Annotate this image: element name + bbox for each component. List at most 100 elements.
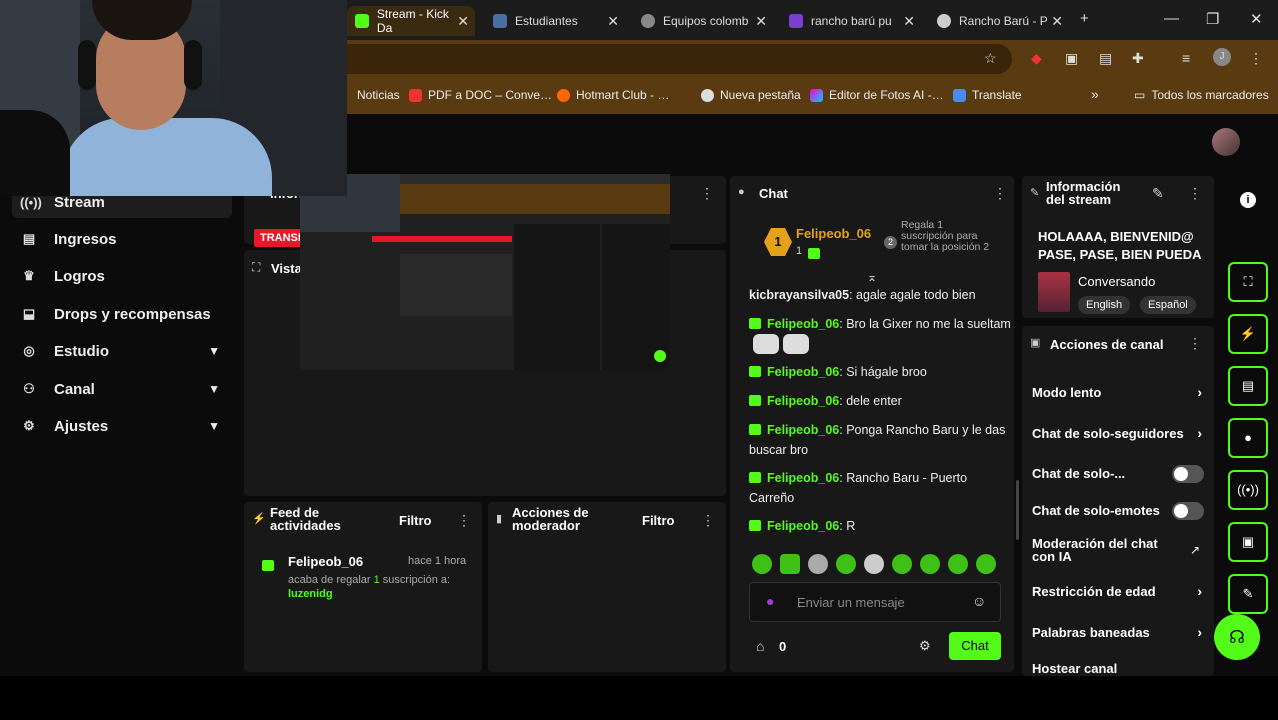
more-options-icon[interactable]: ⋮ [700,185,714,202]
sidebar-item-estudio[interactable]: ◎ Estudio ▼ [12,335,232,367]
close-icon[interactable]: ✕ [755,13,767,30]
chat-scrollbar[interactable] [1016,480,1019,540]
collapse-icon[interactable]: ⌅ [867,270,877,284]
rail-notes-button[interactable]: ▤ [1228,366,1268,406]
tab-stream[interactable]: Stream - Kick Da ✕ [347,6,475,36]
edit-pencil-icon[interactable]: ✎ [1152,185,1164,202]
action-solo-seguidores[interactable]: Chat de solo-seguidores › [1032,426,1208,444]
action-restriccion-edad[interactable]: Restricción de edad › [1032,583,1208,602]
extensions-puzzle-icon[interactable]: ✚ [1132,50,1144,67]
feed-user[interactable]: Felipeob_06 [288,554,363,569]
browser-menu-icon[interactable]: ⋮ [1249,50,1263,67]
external-link-icon[interactable]: ↗ [1190,543,1200,557]
emote-icon[interactable] [808,554,828,574]
chat-username[interactable]: Felipeob_06 [767,471,839,485]
action-modo-lento[interactable]: Modo lento › [1032,384,1208,403]
tab-rancho-baru-search[interactable]: rancho barú pu ✕ [781,6,921,36]
gift-prompt-text[interactable]: Regala 1 suscripción para tomar la posic… [901,220,993,253]
rail-capture-button[interactable]: ⛶ [1228,262,1268,302]
emote-icon[interactable] [920,554,940,574]
sidebar-item-ingresos[interactable]: ▤ Ingresos [12,223,232,255]
star-icon[interactable]: ☆ [984,50,997,67]
tab-estudiantes[interactable]: Estudiantes ✕ [485,6,625,36]
rail-tools-button[interactable]: ✎ [1228,574,1268,614]
bookmark-editor-fotos[interactable]: Editor de Fotos AI -… [810,88,944,102]
gift-store-icon[interactable]: ⌂ [756,638,764,654]
capture-icon: ⛶ [1243,274,1253,289]
solo-emotes-toggle[interactable] [1172,502,1204,520]
close-icon[interactable]: ✕ [903,13,915,30]
sidebar-item-drops[interactable]: ⬓ Drops y recompensas [12,298,232,330]
category-thumbnail[interactable] [1038,272,1070,312]
extension-doc-icon[interactable]: ▤ [1099,50,1112,67]
microphone-icon[interactable]: ● [766,593,774,609]
info-icon[interactable]: i [1240,192,1256,208]
bookmark-noticias[interactable]: Noticias [357,88,400,102]
tab-label: Rancho Barú - P [959,14,1048,28]
minimize-icon[interactable]: — [1164,10,1179,27]
filter-button[interactable]: Filtro [642,513,675,528]
emote-icon[interactable] [892,554,912,574]
close-icon[interactable]: ✕ [607,13,619,30]
emote-icon[interactable] [752,554,772,574]
sidebar-item-label: Ingresos [54,230,117,248]
profile-icon[interactable]: J [1213,48,1231,66]
close-icon[interactable]: ✕ [457,13,469,30]
chat-username[interactable]: Felipeob_06 [767,519,839,533]
rail-bolt-button[interactable]: ⚡ [1228,314,1268,354]
chat-settings-gear-icon[interactable]: ⚙ [919,638,931,654]
top-gifter-name[interactable]: Felipeob_06 [796,226,871,241]
window-close-icon[interactable]: ✕ [1250,10,1263,28]
bookmark-hotmart[interactable]: Hotmart Club - … [557,88,669,102]
action-hostear-canal[interactable]: Hostear canal [1032,661,1208,675]
chat-message-input[interactable]: ● Enviar un mensaje ☺ [749,582,1001,622]
support-headset-button[interactable]: ☊ [1214,614,1260,660]
close-icon[interactable]: ✕ [1051,13,1063,30]
bookmark-translate[interactable]: Translate [953,88,1022,102]
sidebar-item-logros[interactable]: ♛ Logros [12,260,232,292]
tab-rancho-baru[interactable]: Rancho Barú - P ✕ [929,6,1069,36]
more-bookmarks-button[interactable]: » [1091,86,1099,102]
extension-red-icon[interactable]: ◆ [1031,50,1042,67]
rail-broadcast-button[interactable]: ((•)) [1228,470,1268,510]
chat-username[interactable]: Felipeob_06 [767,317,839,331]
chevron-down-icon: ▼ [208,344,220,358]
action-moderacion-ia[interactable]: Moderación del chat con IA [1032,537,1172,563]
sidebar-item-ajustes[interactable]: ⚙ Ajustes ▼ [12,410,232,442]
new-tab-button[interactable]: + [1080,10,1089,27]
more-options-icon[interactable]: ⋮ [701,512,715,529]
more-options-icon[interactable]: ⋮ [1188,185,1202,202]
chat-username[interactable]: Felipeob_06 [767,423,839,437]
bookmark-nueva-pestana[interactable]: Nueva pestaña [701,88,801,102]
emote-icon[interactable] [864,554,884,574]
media-control-icon[interactable]: ≡ [1182,50,1190,66]
avatar[interactable] [1212,128,1240,156]
emote-icon[interactable] [976,554,996,574]
extension-cast-icon[interactable]: ▣ [1065,50,1078,67]
chat-username[interactable]: Felipeob_06 [767,394,839,408]
emote-icon[interactable] [836,554,856,574]
chat-username[interactable]: Felipeob_06 [767,365,839,379]
all-bookmarks-folder[interactable]: ▭ Todos los marcadores [1134,88,1269,102]
more-options-icon[interactable]: ⋮ [457,512,471,529]
send-chat-button[interactable]: Chat [949,632,1001,660]
more-options-icon[interactable]: ⋮ [993,185,1007,202]
stream-preview-video[interactable] [300,174,670,370]
rail-chat-button[interactable]: ● [1228,418,1268,458]
bookmark-pdf[interactable]: PDF a DOC – Conve… [409,88,552,102]
more-options-icon[interactable]: ⋮ [1188,335,1202,352]
stream-category[interactable]: Conversando [1078,274,1155,289]
tab-equipos[interactable]: Equipos colomb ✕ [633,6,773,36]
maximize-icon[interactable]: ❐ [1206,10,1219,28]
emote-icon[interactable] [780,554,800,574]
sidebar-item-canal[interactable]: ⚇ Canal ▼ [12,373,232,405]
emote-icon[interactable] [948,554,968,574]
chat-username[interactable]: kicbrayansilva05 [749,288,849,302]
feed-target-user[interactable]: luzenidg [288,588,333,600]
emoji-icon[interactable]: ☺ [972,593,986,609]
solo-suscriptores-toggle[interactable] [1172,465,1204,483]
url-field[interactable] [347,44,1012,74]
rail-clip-button[interactable]: ▣ [1228,522,1268,562]
filter-button[interactable]: Filtro [399,513,432,528]
action-palabras-baneadas[interactable]: Palabras baneadas › [1032,624,1208,643]
